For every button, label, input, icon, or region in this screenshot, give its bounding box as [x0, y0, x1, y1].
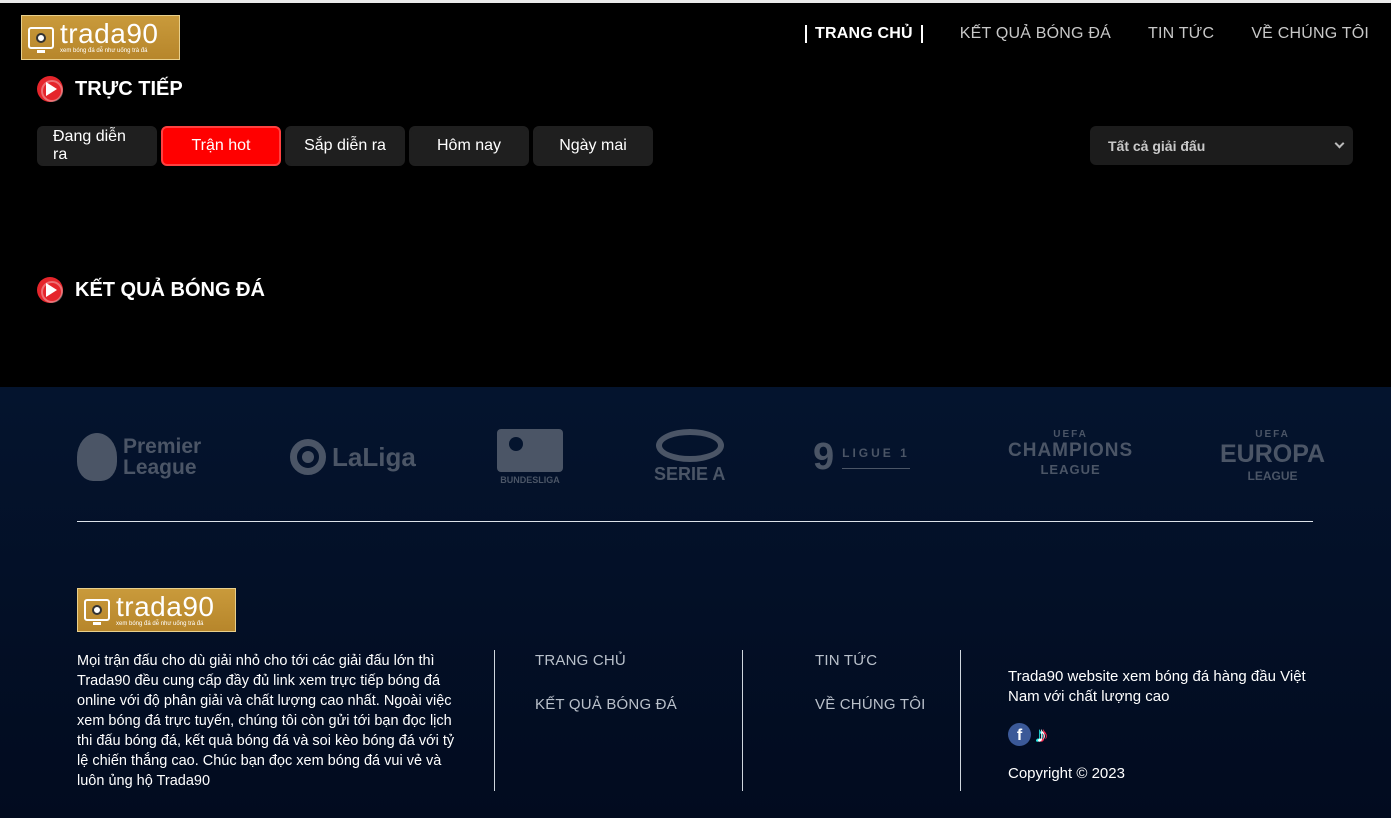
league-logos: Premier League LaLiga BUNDESLIGA SERIE A… [0, 387, 1391, 522]
nav-results[interactable]: KẾT QUẢ BÓNG ĐÁ [960, 25, 1111, 43]
premier-line1: Premier [123, 435, 202, 458]
football-icon [92, 605, 102, 615]
footer-link-news[interactable]: TIN TỨC [815, 652, 877, 669]
footer-link-home[interactable]: TRANG CHỦ [535, 652, 626, 669]
bundesliga-player-icon [497, 429, 563, 472]
footer-link-results[interactable]: KẾT QUẢ BÓNG ĐÁ [535, 696, 677, 713]
premier-line2: League [123, 456, 197, 479]
league-select[interactable]: Tất cả giải đấu [1090, 126, 1353, 165]
social-links: f ♪ [1008, 723, 1047, 746]
nav-home[interactable]: TRANG CHỦ [805, 25, 923, 43]
tab-upcoming[interactable]: Sắp diễn ra [285, 126, 405, 166]
serie-a-text: SERIE A [654, 464, 726, 484]
uel-line2: LEAGUE [1247, 469, 1298, 483]
copyright-text: Copyright © 2023 [1008, 765, 1125, 782]
live-title-text: TRỰC TIẾP [75, 77, 183, 100]
ucl-line2: LEAGUE [1040, 462, 1101, 477]
serie-a-logo[interactable]: SERIE A [654, 429, 725, 485]
premier-league-text: Premier League [123, 436, 201, 478]
tab-today[interactable]: Hôm nay [409, 126, 529, 166]
footer-column-divider [494, 650, 495, 791]
tiktok-icon[interactable]: ♪ [1036, 723, 1047, 746]
play-icon [37, 277, 63, 303]
footer-column-divider [960, 650, 961, 791]
tab-hot-matches[interactable]: Trận hot [161, 126, 281, 166]
tab-tomorrow[interactable]: Ngày mai [533, 126, 653, 166]
footer-info-text: Trada90 website xem bóng đá hàng đầu Việ… [1008, 668, 1306, 705]
chevron-down-icon [1334, 138, 1345, 149]
laliga-ball-icon [290, 439, 326, 475]
football-icon [36, 32, 46, 43]
facebook-icon[interactable]: f [1008, 723, 1031, 746]
champions-league-logo[interactable]: UEFA CHAMPIONS LEAGUE [1008, 429, 1133, 485]
logo-name: trada90 [60, 18, 159, 49]
play-icon [37, 76, 63, 102]
bundesliga-text: BUNDESLIGA [500, 475, 560, 485]
footer-logo-tagline: xem bóng đá dễ như uống trà đá [116, 620, 204, 627]
serie-a-ring-icon [655, 429, 724, 462]
ligue1-logo[interactable]: 9 LIGUE 1 [813, 429, 910, 485]
europa-league-logo[interactable]: UEFA EUROPA LEAGUE [1220, 429, 1325, 485]
league-select-value: Tất cả giải đấu [1108, 137, 1206, 154]
footer-logo[interactable]: trada90 xem bóng đá dễ như uống trà đá [77, 588, 236, 632]
main-nav: TRANG CHỦ KẾT QUẢ BÓNG ĐÁ TIN TỨC VỀ CHÚ… [768, 25, 1369, 43]
footer-about-text: Mọi trận đấu cho dù giải nhỏ cho tới các… [77, 653, 455, 789]
footer-column-divider [742, 650, 743, 791]
premier-league-logo[interactable]: Premier League [77, 429, 201, 485]
tv-icon [84, 599, 110, 625]
site-logo[interactable]: trada90 xem bóng đá dễ như uống trà đá [21, 15, 180, 60]
nav-news[interactable]: TIN TỨC [1148, 25, 1214, 43]
logo-text: trada90 xem bóng đá dễ như uống trà đá [60, 18, 159, 55]
tv-icon [28, 26, 54, 53]
footer-logo-name: trada90 [116, 590, 215, 622]
nav-about[interactable]: VỀ CHÚNG TÔI [1251, 25, 1369, 43]
footer-logo-text: trada90 xem bóng đá dễ như uống trà đá [116, 590, 215, 627]
tab-live-now[interactable]: Đang diễn ra [37, 126, 157, 166]
ligue1-text: LIGUE 1 [842, 446, 910, 469]
site-footer: Premier League LaLiga BUNDESLIGA SERIE A… [0, 387, 1391, 818]
laliga-logo[interactable]: LaLiga [290, 429, 416, 485]
ucl-line1: CHAMPIONS [1008, 440, 1134, 461]
uel-line1: EUROPA [1220, 440, 1326, 468]
footer-divider [77, 521, 1313, 522]
laliga-text: LaLiga [332, 441, 416, 472]
logo-tagline: xem bóng đá dễ như uống trà đá [60, 48, 148, 54]
ucl-uefa-text: UEFA [1053, 429, 1088, 440]
uel-uefa-text: UEFA [1255, 429, 1290, 440]
ligue1-mark: 9 [813, 435, 835, 478]
site-header: trada90 xem bóng đá dễ như uống trà đá T… [0, 3, 1391, 67]
lion-icon [77, 433, 117, 481]
bundesliga-logo[interactable]: BUNDESLIGA [497, 429, 563, 485]
match-tabs: Đang diễn ra Trận hot Sắp diễn ra Hôm na… [37, 126, 657, 166]
results-section-title: KẾT QUẢ BÓNG ĐÁ [37, 277, 265, 303]
live-section-title: TRỰC TIẾP [37, 76, 183, 102]
footer-link-about[interactable]: VỀ CHÚNG TÔI [815, 696, 925, 713]
results-title-text: KẾT QUẢ BÓNG ĐÁ [75, 278, 265, 301]
